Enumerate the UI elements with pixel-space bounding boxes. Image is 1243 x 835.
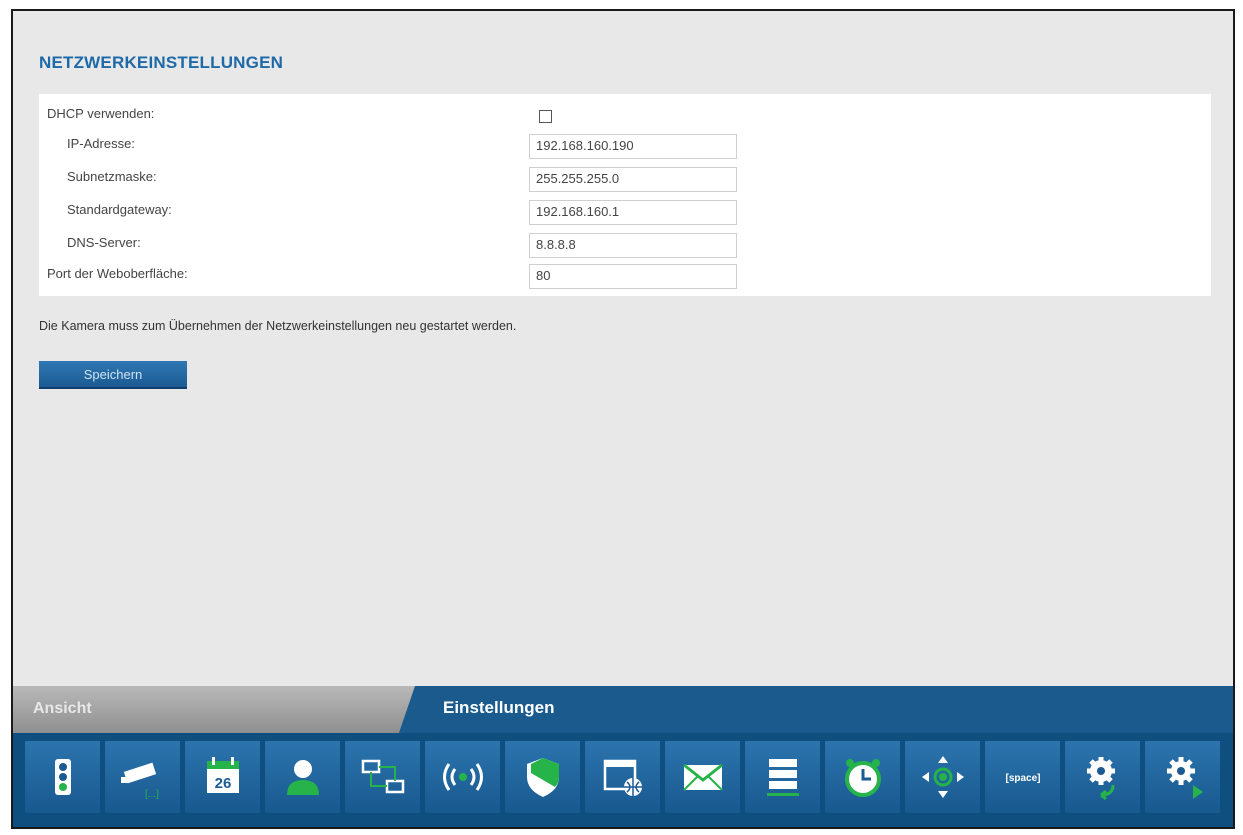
schedule-button[interactable]: 26 bbox=[185, 741, 260, 813]
gateway-field[interactable]: 192.168.160.1 bbox=[529, 200, 737, 225]
web-settings-button[interactable] bbox=[585, 741, 660, 813]
save-button[interactable]: Speichern bbox=[39, 361, 187, 389]
tab-ansicht[interactable]: Ansicht bbox=[13, 686, 415, 733]
status-button[interactable] bbox=[25, 741, 100, 813]
gear-reset-icon bbox=[1086, 757, 1115, 801]
reset-button[interactable] bbox=[1065, 741, 1140, 813]
web-port-field[interactable]: 80 bbox=[529, 264, 737, 289]
gateway-label: Standardgateway: bbox=[67, 202, 172, 217]
ptz-button[interactable] bbox=[905, 741, 980, 813]
settings-icon-bar: [...] 26 [space] bbox=[13, 733, 1233, 827]
network-button[interactable] bbox=[345, 741, 420, 813]
envelope-icon bbox=[682, 763, 723, 791]
dns-row: DNS-Server: 8.8.8.8 bbox=[39, 231, 1211, 259]
ip-address-field[interactable]: 192.168.160.190 bbox=[529, 134, 737, 159]
time-button[interactable] bbox=[825, 741, 900, 813]
dhcp-label: DHCP verwenden: bbox=[47, 106, 155, 121]
alarm-clock-icon bbox=[844, 759, 881, 797]
user-icon bbox=[286, 760, 319, 795]
svg-text:[...]: [...] bbox=[145, 789, 159, 800]
pan-tilt-icon bbox=[921, 756, 964, 798]
ip-label: IP-Adresse: bbox=[67, 136, 135, 151]
gateway-row: Standardgateway: 192.168.160.1 bbox=[39, 198, 1211, 226]
app-frame: NETZWERKEINSTELLUNGEN DHCP verwenden: IP… bbox=[11, 9, 1235, 829]
network-icon bbox=[361, 759, 404, 794]
port-label: Port der Weboberfläche: bbox=[47, 266, 188, 281]
port-row: Port der Weboberfläche: 80 bbox=[39, 262, 1211, 290]
camera-settings-button[interactable]: [...] bbox=[105, 741, 180, 813]
maintenance-button[interactable] bbox=[1145, 741, 1220, 813]
ip-row: IP-Adresse: 192.168.160.190 bbox=[39, 132, 1211, 160]
page-title: NETZWERKEINSTELLUNGEN bbox=[39, 53, 284, 72]
space-button[interactable]: [space] bbox=[985, 741, 1060, 813]
subnet-row: Subnetzmaske: 255.255.255.0 bbox=[39, 165, 1211, 193]
dhcp-row: DHCP verwenden: bbox=[39, 102, 1211, 130]
network-settings-form: DHCP verwenden: IP-Adresse: 192.168.160.… bbox=[39, 94, 1211, 296]
subnet-label: Subnetzmaske: bbox=[67, 169, 157, 184]
calendar-day: 26 bbox=[214, 775, 231, 792]
dhcp-checkbox[interactable] bbox=[539, 110, 552, 123]
users-button[interactable] bbox=[265, 741, 340, 813]
camera-icon: [...] bbox=[120, 762, 159, 800]
traffic-light-icon bbox=[54, 759, 71, 795]
wireless-button[interactable] bbox=[425, 741, 500, 813]
tab-einstellungen[interactable]: Einstellungen bbox=[443, 698, 554, 718]
restart-note: Die Kamera muss zum Übernehmen der Netzw… bbox=[39, 319, 517, 333]
dns-server-field[interactable]: 8.8.8.8 bbox=[529, 233, 737, 258]
tab-bar: Ansicht Einstellungen bbox=[13, 686, 1233, 733]
gear-play-icon bbox=[1166, 757, 1203, 799]
tab-ansicht-label: Ansicht bbox=[33, 700, 92, 717]
space-label: [space] bbox=[1005, 773, 1040, 784]
storage-button[interactable] bbox=[745, 741, 820, 813]
web-globe-icon bbox=[603, 759, 642, 796]
shield-icon bbox=[526, 758, 559, 797]
email-button[interactable] bbox=[665, 741, 740, 813]
server-icon bbox=[766, 759, 799, 796]
subnet-mask-field[interactable]: 255.255.255.0 bbox=[529, 167, 737, 192]
wireless-icon bbox=[442, 763, 483, 791]
calendar-icon: 26 bbox=[206, 757, 239, 793]
security-button[interactable] bbox=[505, 741, 580, 813]
space-icon: [space] bbox=[1005, 773, 1040, 784]
dns-label: DNS-Server: bbox=[67, 235, 141, 250]
